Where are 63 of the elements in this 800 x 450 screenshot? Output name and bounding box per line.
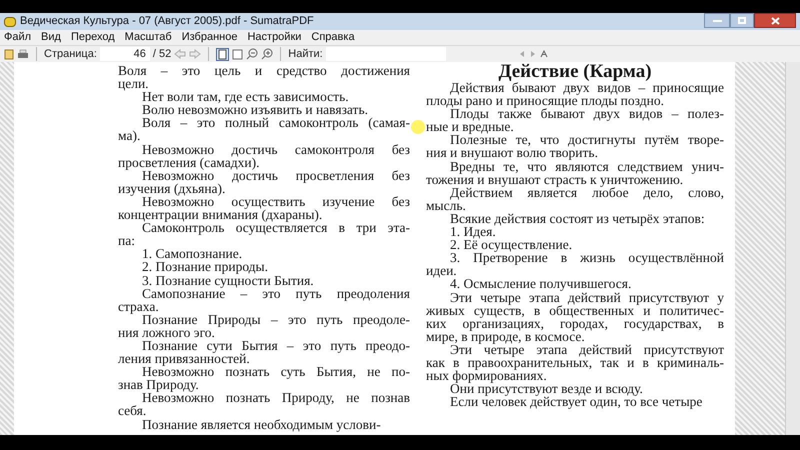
paragraph: Познание Природы – это путь преодоле- ния ложного эго. [118, 312, 410, 339]
paragraph: Они присутствуют везде и всюду. [449, 382, 644, 396]
previous-icon[interactable] [518, 50, 526, 58]
paragraph: Познание сути Бытия – это путь преодо- ления привязанностей. [118, 338, 410, 366]
paragraph: Действия бывают двух видов – приносящие плоды рано и приносящие плоды поздно. [426, 81, 724, 108]
fit-page-icon[interactable] [216, 48, 230, 60]
paragraph: Эти четыре этапа действий присутствуют как в правоохранительных, так и в криминаль- ных формированиях. [426, 342, 724, 382]
page-input[interactable]: 46 [100, 47, 150, 61]
close-icon [770, 16, 780, 24]
cursor-highlight [411, 120, 425, 134]
paragraph: Плоды также бывают двух видов – полез- ные и вредные. [426, 107, 724, 134]
paragraph: 3. Познание сущности Бытия. [141, 274, 315, 287]
paragraph: Если человек действует один, то все четыре [449, 395, 704, 408]
paragraph: Действием является любое дело, слово, мысль. [426, 186, 724, 212]
forward-arrow-icon[interactable] [189, 49, 202, 59]
menu-item[interactable]: Справка [311, 29, 355, 46]
paragraph: Воля – это цель и средство достижения цели. [118, 64, 410, 90]
back-arrow-icon[interactable] [174, 49, 186, 59]
paragraph: Всякие действия состоят из четырёх этапов: [449, 212, 706, 226]
paragraph: 3. Претворение в жизнь осуществлённой идеи. [426, 251, 724, 278]
paragraph: Эти четыре этапа действий присутствуют у живых существ, в общественных и политичес- ких организациях, городах, государствах, в мире, в природе, в космосе. [426, 290, 724, 343]
menu-item[interactable]: Переход [70, 29, 115, 46]
menu-item[interactable]: Настройки [247, 29, 302, 46]
paragraph: Невозможно осуществить изучение без концентрации внимания (дхараны). [118, 194, 410, 222]
menu-item[interactable]: Избранное [182, 29, 238, 46]
paragraph: Самоконтроль осуществляется в три эта- па: [118, 221, 410, 248]
page-total: / 52 [152, 46, 172, 62]
paragraph: 4. Осмысление получившегося. [450, 277, 632, 290]
fit-width-icon[interactable] [232, 48, 244, 60]
page-label: Страница: [44, 46, 97, 62]
paragraph: Самопознание – это путь преодоления страха. [118, 286, 410, 313]
paragraph: 1. Самопознание. [141, 247, 244, 260]
find-label: Найти: [288, 46, 323, 62]
paragraph: Познание является необходимым услови- [141, 418, 382, 431]
paragraph: 2. Познание природы. [141, 260, 269, 274]
next-icon[interactable] [529, 50, 537, 58]
paragraph: Полезные те, что достигнуты путём творе- ния и внушают волю творить. [426, 133, 724, 160]
maximize-button[interactable] [730, 13, 754, 28]
paragraph: Невозможно познать суть Бытия, не по- знав Природу. [118, 365, 410, 392]
scrollbar[interactable] [785, 62, 800, 435]
close-button[interactable] [754, 13, 796, 28]
menu-item[interactable]: Масштаб [124, 29, 172, 46]
folder-icon[interactable] [4, 48, 14, 60]
minimize-button[interactable] [704, 13, 730, 28]
paragraph: Воля – это полный самоконтроль (самая- ма). [118, 116, 410, 143]
paragraph: Невозможно познать Природу, не познав себя. [118, 391, 410, 418]
paragraph: Вредны те, что являются следствием унич- тожения и внушают страсть к уничтожению. [426, 160, 724, 186]
paragraph: Невозможно достичь самоконтроля без просветления (самадхи). [118, 142, 410, 169]
window-title: Ведическая Культура - 07 (Август 2005).pdf - SumatraPDF [20, 14, 314, 30]
menu-item[interactable]: Вид [41, 29, 61, 46]
find-input[interactable] [326, 47, 446, 61]
app-logo-icon [4, 16, 16, 26]
paragraph: Волю невозможно изъявить и навязать. [141, 103, 369, 116]
print-icon[interactable] [17, 48, 29, 60]
zoom-in-icon[interactable] [261, 48, 274, 60]
paragraph: 1. Идея. [449, 225, 496, 238]
paragraph: Нет воли там, где есть зависимость. [142, 90, 350, 104]
section-heading: Действие (Карма) [497, 62, 653, 81]
paragraph: 2. Её осуществление. [449, 238, 574, 252]
match-case-icon[interactable] [540, 50, 550, 58]
paragraph: Невозможно достичь просветления без изучения (дхьяна). [118, 168, 410, 195]
zoom-out-icon[interactable] [246, 48, 258, 60]
menu-item[interactable]: Файл [4, 29, 32, 46]
